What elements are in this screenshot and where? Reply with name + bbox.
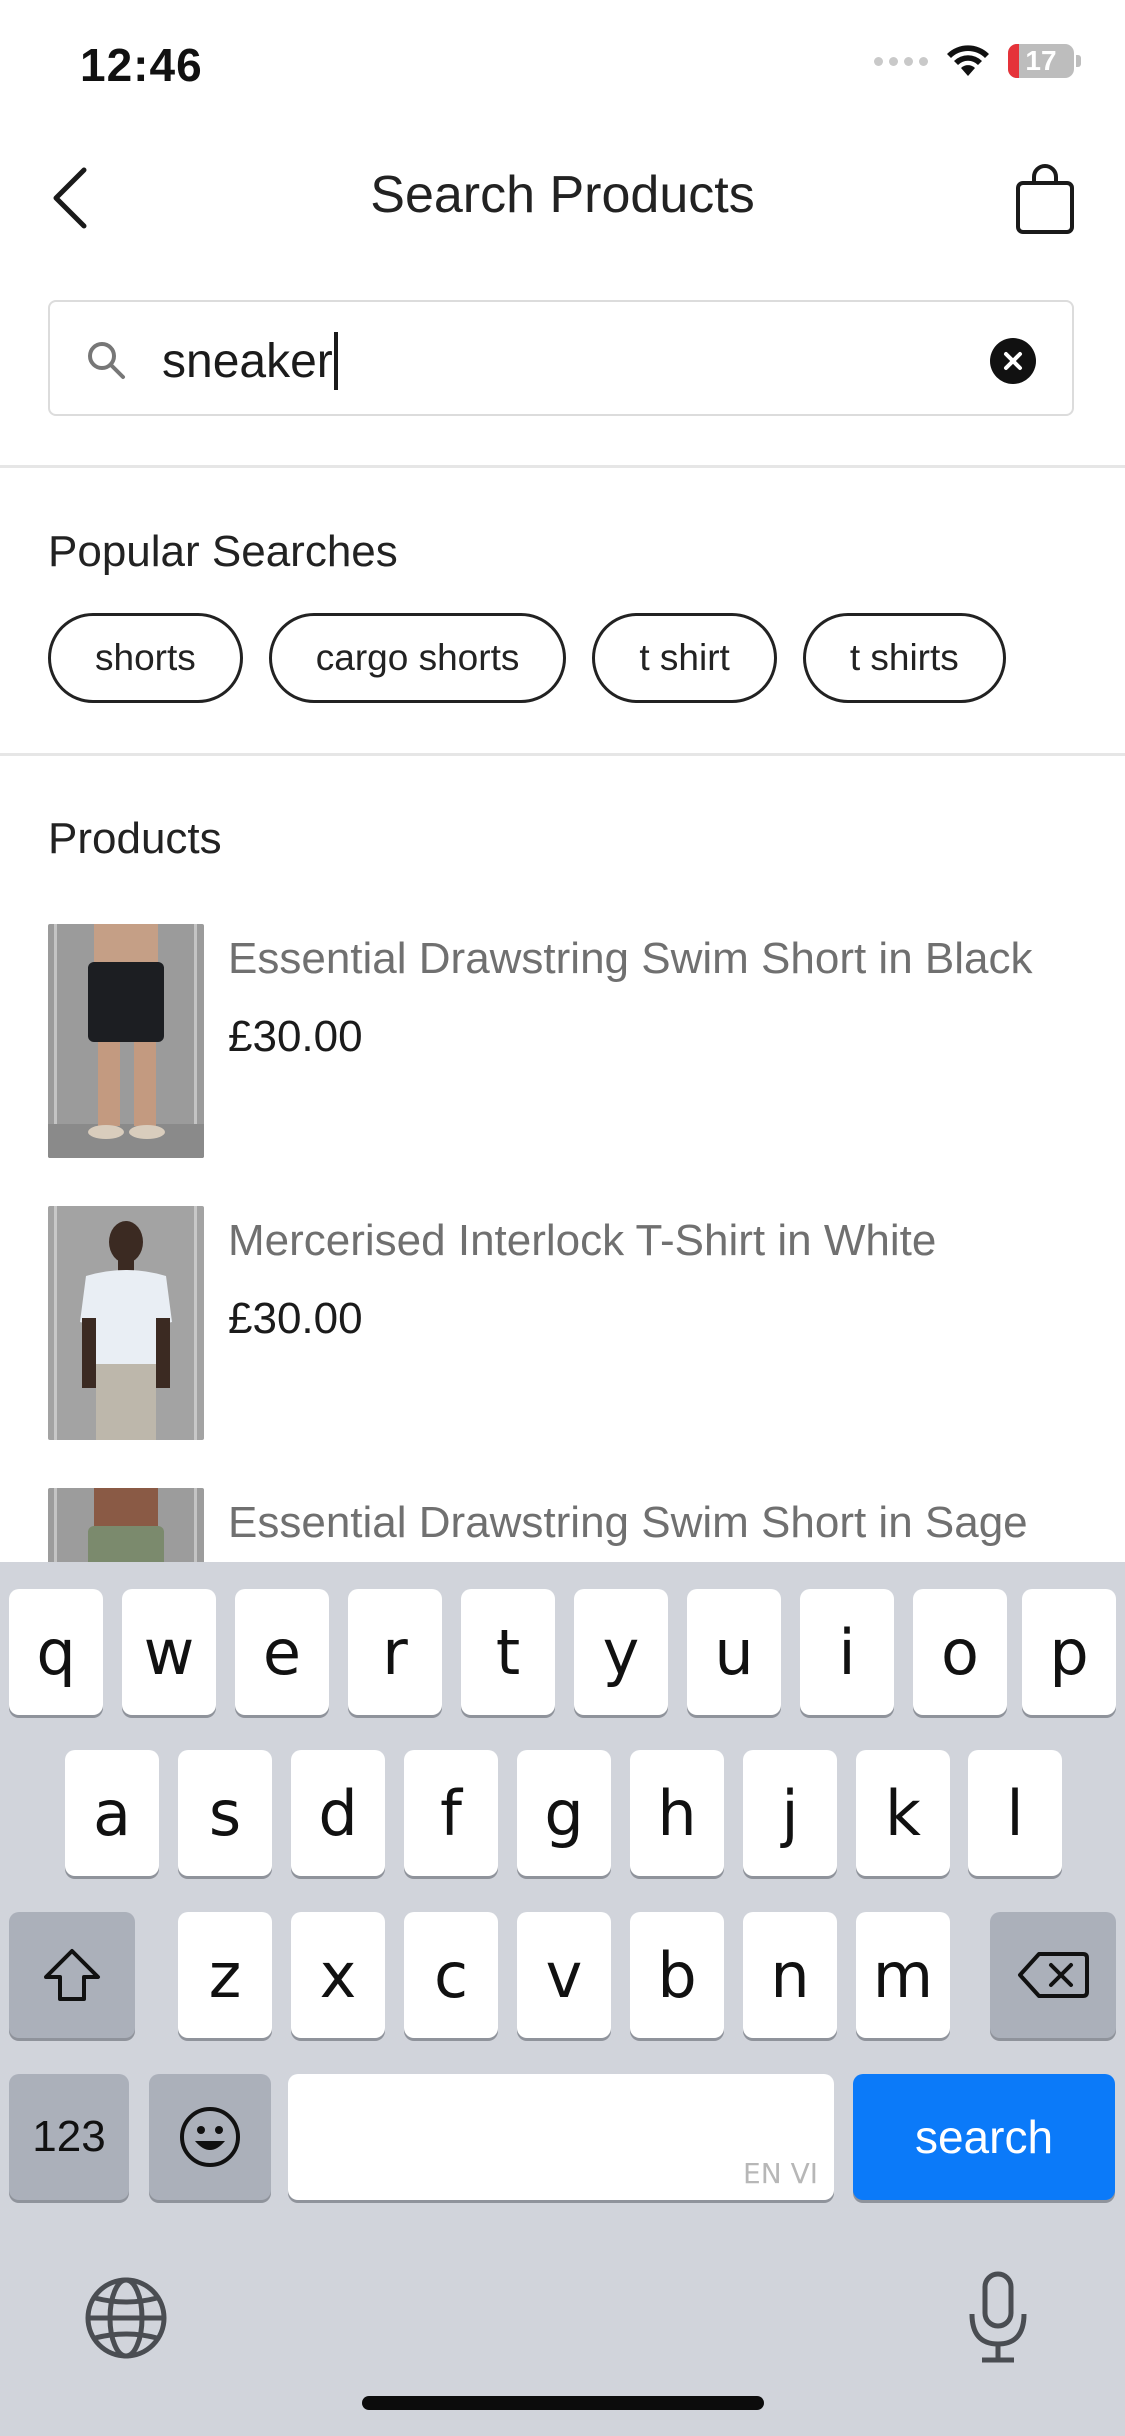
key-x[interactable]: x bbox=[291, 1912, 385, 2038]
text-cursor bbox=[333, 332, 338, 390]
shift-key[interactable] bbox=[9, 1912, 135, 2038]
divider bbox=[0, 753, 1125, 756]
clear-search-button[interactable] bbox=[990, 338, 1036, 384]
product-item[interactable]: Mercerised Interlock T-Shirt in White £3… bbox=[48, 1206, 1078, 1440]
key-g[interactable]: g bbox=[517, 1750, 611, 1876]
status-indicators: 17 bbox=[874, 44, 1081, 78]
space-key[interactable]: EN VI bbox=[288, 2074, 834, 2200]
key-o[interactable]: o bbox=[913, 1589, 1007, 1715]
product-item[interactable]: Essential Drawstring Swim Short in Black… bbox=[48, 924, 1078, 1158]
emoji-key[interactable] bbox=[149, 2074, 271, 2200]
search-field[interactable]: sneaker bbox=[48, 300, 1074, 416]
key-a[interactable]: a bbox=[65, 1750, 159, 1876]
key-q[interactable]: q bbox=[9, 1589, 103, 1715]
popular-searches-title: Popular Searches bbox=[48, 527, 398, 576]
key-r[interactable]: r bbox=[348, 1589, 442, 1715]
search-input-value: sneaker bbox=[162, 334, 333, 388]
key-p[interactable]: p bbox=[1022, 1589, 1116, 1715]
shift-arrow-icon bbox=[44, 1949, 100, 2001]
popular-searches-chips: shorts cargo shorts t shirt t shirts bbox=[48, 613, 1006, 703]
products-title: Products bbox=[48, 814, 222, 863]
chip-t-shirt[interactable]: t shirt bbox=[592, 613, 777, 703]
cellular-signal-icon bbox=[874, 56, 928, 66]
key-w[interactable]: w bbox=[122, 1589, 216, 1715]
search-input[interactable]: sneaker bbox=[162, 332, 338, 390]
product-name: Essential Drawstring Swim Short in Black bbox=[228, 934, 1033, 983]
chip-t-shirts[interactable]: t shirts bbox=[802, 613, 1006, 703]
key-h[interactable]: h bbox=[630, 1750, 724, 1876]
space-language-hint: EN VI bbox=[743, 2157, 818, 2190]
emoji-icon bbox=[180, 2107, 240, 2167]
numbers-key[interactable]: 123 bbox=[9, 2074, 129, 2200]
product-price: £30.00 bbox=[228, 1012, 363, 1061]
key-j[interactable]: j bbox=[743, 1750, 837, 1876]
microphone-icon[interactable] bbox=[966, 2270, 1030, 2366]
backspace-icon bbox=[1018, 1952, 1089, 1998]
shopping-bag-icon bbox=[1016, 164, 1074, 234]
search-icon bbox=[88, 342, 125, 379]
cart-button[interactable] bbox=[1005, 156, 1085, 242]
chip-cargo-shorts[interactable]: cargo shorts bbox=[268, 613, 567, 703]
key-s[interactable]: s bbox=[178, 1750, 272, 1876]
key-b[interactable]: b bbox=[630, 1912, 724, 2038]
key-u[interactable]: u bbox=[687, 1589, 781, 1715]
key-c[interactable]: c bbox=[404, 1912, 498, 2038]
key-m[interactable]: m bbox=[856, 1912, 950, 2038]
product-image bbox=[48, 1206, 204, 1440]
key-t[interactable]: t bbox=[461, 1589, 555, 1715]
product-image bbox=[48, 924, 204, 1158]
key-n[interactable]: n bbox=[743, 1912, 837, 2038]
key-y[interactable]: y bbox=[574, 1589, 668, 1715]
product-name: Mercerised Interlock T-Shirt in White bbox=[228, 1216, 937, 1265]
key-i[interactable]: i bbox=[800, 1589, 894, 1715]
wifi-icon bbox=[947, 45, 989, 76]
product-name: Essential Drawstring Swim Short in Sage bbox=[228, 1498, 1028, 1547]
key-z[interactable]: z bbox=[178, 1912, 272, 2038]
key-d[interactable]: d bbox=[291, 1750, 385, 1876]
key-l[interactable]: l bbox=[968, 1750, 1062, 1876]
keyboard: q w e r t y u i o p a s d f g h j k l z … bbox=[0, 1562, 1125, 2436]
battery-icon: 17 bbox=[1008, 44, 1074, 78]
chip-shorts[interactable]: shorts bbox=[48, 613, 243, 703]
close-icon bbox=[1004, 352, 1022, 370]
home-indicator bbox=[362, 2396, 764, 2410]
battery-level: 17 bbox=[1025, 45, 1057, 76]
key-e[interactable]: e bbox=[235, 1589, 329, 1715]
page-title: Search Products bbox=[370, 166, 755, 224]
key-k[interactable]: k bbox=[856, 1750, 950, 1876]
status-time: 12:46 bbox=[80, 39, 203, 91]
key-v[interactable]: v bbox=[517, 1912, 611, 2038]
globe-icon[interactable] bbox=[84, 2276, 168, 2360]
backspace-key[interactable] bbox=[990, 1912, 1116, 2038]
search-key[interactable]: search bbox=[853, 2074, 1115, 2200]
product-price: £30.00 bbox=[228, 1294, 363, 1343]
divider bbox=[0, 465, 1125, 468]
key-f[interactable]: f bbox=[404, 1750, 498, 1876]
